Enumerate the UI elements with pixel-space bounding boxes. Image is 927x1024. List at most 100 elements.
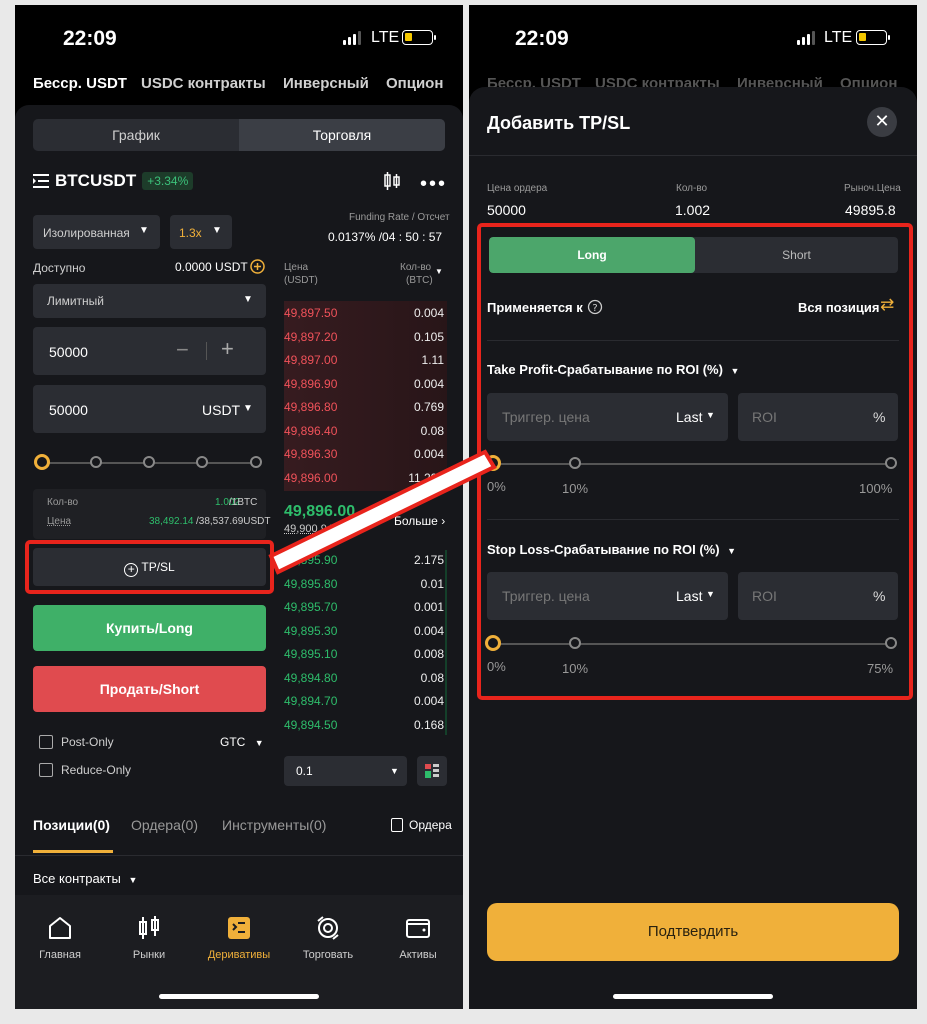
summary-price-label: Цена xyxy=(47,516,72,527)
orderbook-row[interactable]: 49,895.90 2.175 xyxy=(284,553,444,567)
ob-qty-header: Кол-во xyxy=(400,262,432,273)
orderbook-row[interactable]: 49,896.80 0.769 xyxy=(284,400,444,414)
plus-icon[interactable]: + xyxy=(221,336,234,362)
nav-home[interactable]: Главная xyxy=(20,915,100,961)
slider-mark[interactable] xyxy=(143,456,155,468)
chevron-down-icon: ▼ xyxy=(254,738,264,748)
slider-mark[interactable] xyxy=(250,456,262,468)
change-badge: +3.34% xyxy=(142,172,194,190)
tab-tools[interactable]: Инструменты(0) xyxy=(222,817,326,833)
orderbook-row[interactable]: 49,894.80 0.08 xyxy=(284,671,444,685)
orderbook-row[interactable]: 49,897.20 0.105 xyxy=(284,330,444,344)
all-contracts-filter[interactable]: Все контракты ▼ xyxy=(33,871,137,886)
depth-select[interactable]: 0.1 ▼ xyxy=(284,756,407,786)
trade-icon xyxy=(317,916,339,940)
orderbook-row[interactable]: 49,896.00 11.293 xyxy=(284,471,444,485)
qty-value: 1.002 xyxy=(675,202,711,218)
nav-trade[interactable]: Торговать xyxy=(288,915,368,961)
row-price: 49,897.20 xyxy=(284,329,338,344)
summary-price-max: /38,537.69USDT xyxy=(196,516,271,527)
pair-header[interactable]: BTCUSDT +3.34% xyxy=(33,171,194,191)
candles-icon xyxy=(139,916,159,939)
row-qty: 0.08 xyxy=(420,670,444,685)
row-qty: 0.105 xyxy=(413,329,444,344)
chevron-down-icon: ▼ xyxy=(243,294,253,305)
tab-trade[interactable]: Торговля xyxy=(239,119,445,151)
qty-label: Кол-во xyxy=(676,183,708,194)
tab-chart[interactable]: График xyxy=(33,119,239,151)
nav-derivatives[interactable]: Деривативы xyxy=(199,915,279,961)
tab-perpetual-usdt[interactable]: Бесср. USDT xyxy=(33,75,127,92)
orderbook-row[interactable]: 49,896.90 0.004 xyxy=(284,377,444,391)
tab-usdc-contracts[interactable]: USDC контракты xyxy=(141,75,266,92)
funding-value: 0.0137% /04 : 50 : 57 xyxy=(328,230,443,244)
margin-mode-select[interactable]: Изолированная ▼ xyxy=(33,215,160,249)
sell-short-button[interactable]: Продать/Short xyxy=(33,666,266,712)
available-value: 0.0000 USDT xyxy=(175,260,248,274)
document-icon xyxy=(391,818,403,832)
highlight-tpsl-form xyxy=(477,223,913,700)
depth-value: 0.1 xyxy=(296,764,313,778)
ob-qty-unit: (BTC) xyxy=(406,275,433,286)
orders-link[interactable]: Ордера xyxy=(391,818,452,832)
home-icon xyxy=(49,917,71,939)
order-type-label: Лимитный xyxy=(47,294,104,308)
more-link[interactable]: Больше › xyxy=(394,514,445,528)
order-type-select[interactable]: Лимитный ▼ xyxy=(33,284,266,318)
price-input-value: 50000 xyxy=(49,344,88,360)
orderbook-row[interactable]: 49,896.30 0.004 xyxy=(284,447,444,461)
minus-icon[interactable]: − xyxy=(176,337,189,363)
row-price: 49,896.00 xyxy=(284,470,338,485)
orderbook-row[interactable]: 49,895.80 0.01 xyxy=(284,577,444,591)
funding-label: Funding Rate / Отсчет xyxy=(349,212,450,223)
reduce-only-checkbox[interactable] xyxy=(39,763,53,777)
last-price: 49,896.00 xyxy=(284,503,356,520)
orderbook-row[interactable]: 49,895.30 0.004 xyxy=(284,624,444,638)
row-qty: 0.001 xyxy=(413,600,444,614)
market-price-value: 49895.8 xyxy=(845,202,896,218)
close-icon[interactable]: ✕ xyxy=(867,107,897,137)
orderbook-row[interactable]: 49,896.40 0.08 xyxy=(284,424,444,438)
row-price: 49,896.90 xyxy=(284,376,338,391)
tab-options[interactable]: Опцион xyxy=(386,75,443,92)
quantity-input[interactable]: 50000 USDT ▼ xyxy=(33,385,266,433)
row-qty: 0.004 xyxy=(413,447,444,461)
orderbook-layout-icon[interactable] xyxy=(417,756,447,786)
row-price: 49,895.70 xyxy=(284,600,338,614)
phone-trading-screen: 22:09 LTE Бесср. USDT USDC контракты Инв… xyxy=(15,5,463,1009)
price-input[interactable]: 50000 − + xyxy=(33,327,266,375)
post-only-checkbox[interactable] xyxy=(39,735,53,749)
chevron-down-icon: ▼ xyxy=(243,403,253,414)
confirm-button[interactable]: Подтвердить xyxy=(487,903,899,961)
phone-tpsl-sheet: 22:09 LTE Бесср. USDT USDC контракты Инв… xyxy=(469,5,917,1009)
orderbook-row[interactable]: 49,895.10 0.008 xyxy=(284,647,444,661)
tab-inverse[interactable]: Инверсный xyxy=(283,75,369,92)
orderbook-row[interactable]: 49,894.70 0.004 xyxy=(284,694,444,708)
tab-underline xyxy=(33,850,113,853)
buy-long-button[interactable]: Купить/Long xyxy=(33,605,266,651)
tab-positions[interactable]: Позиции(0) xyxy=(33,817,110,833)
leverage-select[interactable]: 1.3x ▼ xyxy=(170,215,232,249)
orders-link-label: Ордера xyxy=(409,818,452,832)
sort-icon[interactable]: ▼ xyxy=(435,267,443,276)
candles-icon[interactable] xyxy=(382,171,404,191)
more-icon[interactable]: ••• xyxy=(420,173,447,196)
slider-mark[interactable] xyxy=(90,456,102,468)
all-contracts-label: Все контракты xyxy=(33,871,121,886)
tif-select[interactable]: GTC ▼ xyxy=(220,735,264,749)
summary-qty-max: /1BTC xyxy=(229,497,258,508)
nav-assets[interactable]: Активы xyxy=(378,915,458,961)
row-price: 49,896.80 xyxy=(284,400,338,414)
orderbook-row[interactable]: 49,897.50 0.004 xyxy=(284,306,444,320)
add-circle-icon[interactable] xyxy=(250,259,265,274)
tab-orders[interactable]: Ордера(0) xyxy=(131,817,198,833)
orderbook-row[interactable]: 49,895.70 0.001 xyxy=(284,600,444,614)
row-price: 49,896.30 xyxy=(284,447,338,461)
qty-slider-handle[interactable] xyxy=(34,454,50,470)
slider-mark[interactable] xyxy=(196,456,208,468)
orderbook-row[interactable]: 49,894.50 0.168 xyxy=(284,718,444,732)
nav-markets-label: Рынки xyxy=(132,949,166,961)
chevron-down-icon: ▼ xyxy=(128,875,138,885)
orderbook-row[interactable]: 49,897.00 1.11 xyxy=(284,353,444,367)
nav-markets[interactable]: Рынки xyxy=(109,915,189,961)
